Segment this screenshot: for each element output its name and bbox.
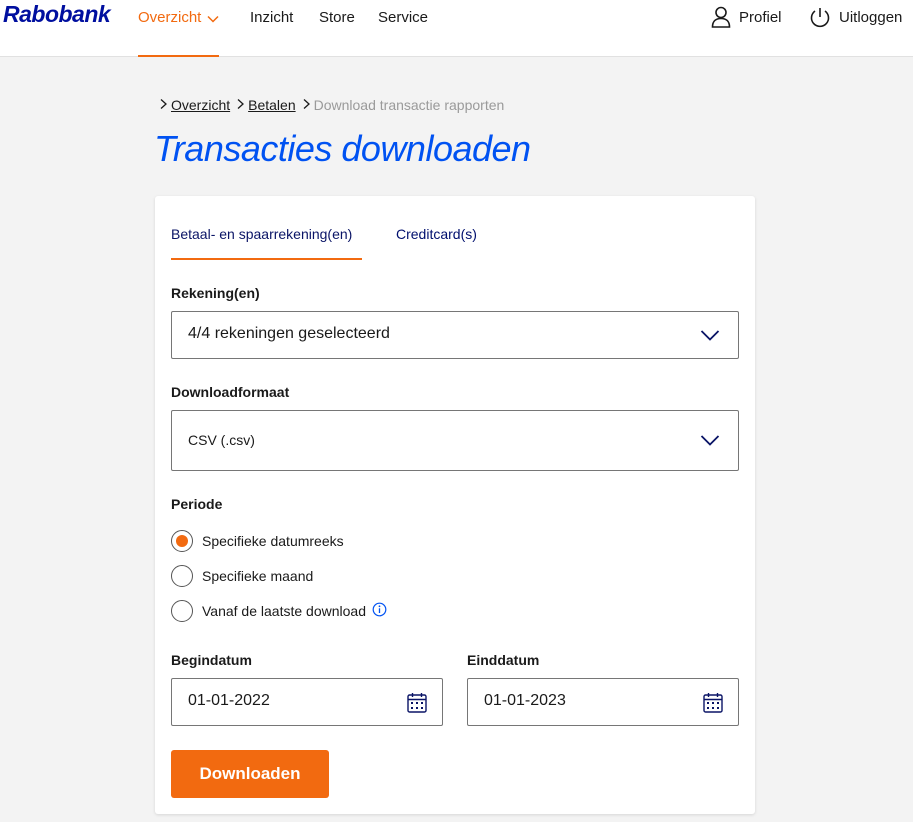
chevron-down-icon <box>207 12 219 29</box>
calendar-icon[interactable] <box>407 692 427 718</box>
breadcrumb-current: Download transactie rapporten <box>313 97 505 113</box>
period-option-laatste-download[interactable]: Vanaf de laatste download <box>171 600 387 622</box>
nav-service-label: Service <box>378 9 429 26</box>
nav-inzicht[interactable]: Inzicht <box>250 9 293 56</box>
period-label: Periode <box>171 496 223 512</box>
calendar-icon[interactable] <box>703 692 723 718</box>
breadcrumb-overzicht[interactable]: Overzicht <box>171 97 230 113</box>
user-icon <box>711 6 731 28</box>
power-icon <box>810 8 830 28</box>
chevron-down-icon <box>700 433 720 452</box>
period-option-maand[interactable]: Specifieke maand <box>171 565 313 587</box>
nav-overzicht[interactable]: Overzicht <box>138 9 220 57</box>
active-tab-indicator <box>171 258 362 260</box>
profile-link[interactable]: Profiel <box>711 6 782 28</box>
nav-inzicht-label: Inzicht <box>250 9 294 26</box>
end-date-value: 01-01-2023 <box>484 692 566 709</box>
end-date-label: Einddatum <box>467 652 540 668</box>
period-option-label: Specifieke maand <box>202 568 314 584</box>
nav-service[interactable]: Service <box>378 9 428 56</box>
chevron-down-icon <box>700 328 720 347</box>
logout-link[interactable]: Uitloggen <box>809 6 902 28</box>
radio-button-checked[interactable] <box>171 530 193 552</box>
rabobank-logo[interactable]: Rabobank <box>3 1 111 28</box>
download-form-card: Betaal- en spaarrekening(en) Creditcard(… <box>155 196 755 814</box>
tab-betaal-spaarrekening[interactable]: Betaal- en spaarrekening(en) <box>171 226 352 242</box>
start-date-input[interactable]: 01-01-2022 <box>171 678 443 726</box>
radio-dot <box>176 535 188 547</box>
download-format-value: CSV (.csv) <box>188 432 255 448</box>
accounts-select-value: 4/4 rekeningen geselecteerd <box>188 325 390 342</box>
chevron-right-icon <box>236 97 245 113</box>
radio-button[interactable] <box>171 565 193 587</box>
nav-store-label: Store <box>319 9 355 26</box>
logout-label: Uitloggen <box>839 8 903 26</box>
radio-button[interactable] <box>171 600 193 622</box>
start-date-value: 01-01-2022 <box>188 692 270 709</box>
chevron-right-icon <box>302 97 311 113</box>
download-button[interactable]: Downloaden <box>171 750 329 798</box>
tab-creditcard[interactable]: Creditcard(s) <box>396 226 477 242</box>
page-title: Transacties downloaden <box>154 128 531 169</box>
breadcrumb-betalen[interactable]: Betalen <box>248 97 295 113</box>
breadcrumb: Overzicht Betalen Download transactie ra… <box>159 97 504 113</box>
end-date-input[interactable]: 01-01-2023 <box>467 678 739 726</box>
period-option-label: Specifieke datumreeks <box>202 533 344 549</box>
download-format-label: Downloadformaat <box>171 384 290 400</box>
accounts-select[interactable]: 4/4 rekeningen geselecteerd <box>171 311 739 359</box>
nav-overzicht-label: Overzicht <box>138 9 202 26</box>
chevron-right-icon <box>159 97 168 113</box>
period-option-datumreeks[interactable]: Specifieke datumreeks <box>171 530 344 552</box>
top-navigation: Rabobank Overzicht Inzicht Store Service… <box>0 0 913 57</box>
download-format-select[interactable]: CSV (.csv) <box>171 410 739 471</box>
nav-store[interactable]: Store <box>319 9 355 56</box>
period-option-label: Vanaf de laatste download <box>202 603 366 619</box>
accounts-label: Rekening(en) <box>171 285 260 301</box>
start-date-label: Begindatum <box>171 652 252 668</box>
info-icon[interactable] <box>372 602 387 620</box>
profile-label: Profiel <box>739 8 782 26</box>
